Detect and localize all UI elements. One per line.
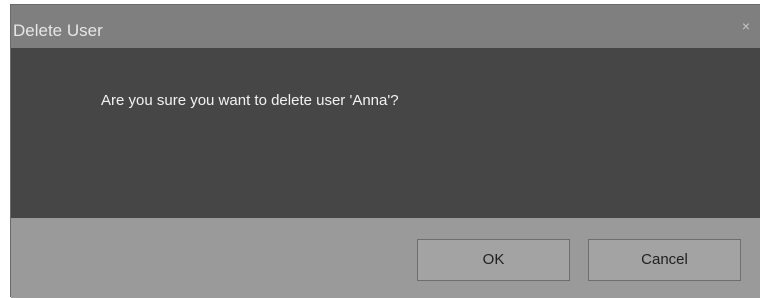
dialog-titlebar[interactable]: Delete User × (11, 5, 760, 48)
dialog-body: Are you sure you want to delete user 'An… (11, 48, 760, 218)
confirmation-message: Are you sure you want to delete user 'An… (101, 92, 399, 109)
close-icon[interactable]: × (736, 15, 756, 37)
ok-button[interactable]: OK (417, 239, 570, 281)
cancel-button[interactable]: Cancel (588, 239, 741, 281)
dialog-title: Delete User (13, 21, 103, 40)
dialog-button-bar: OK Cancel (11, 218, 760, 298)
delete-user-dialog: Delete User × Are you sure you want to d… (10, 4, 760, 298)
